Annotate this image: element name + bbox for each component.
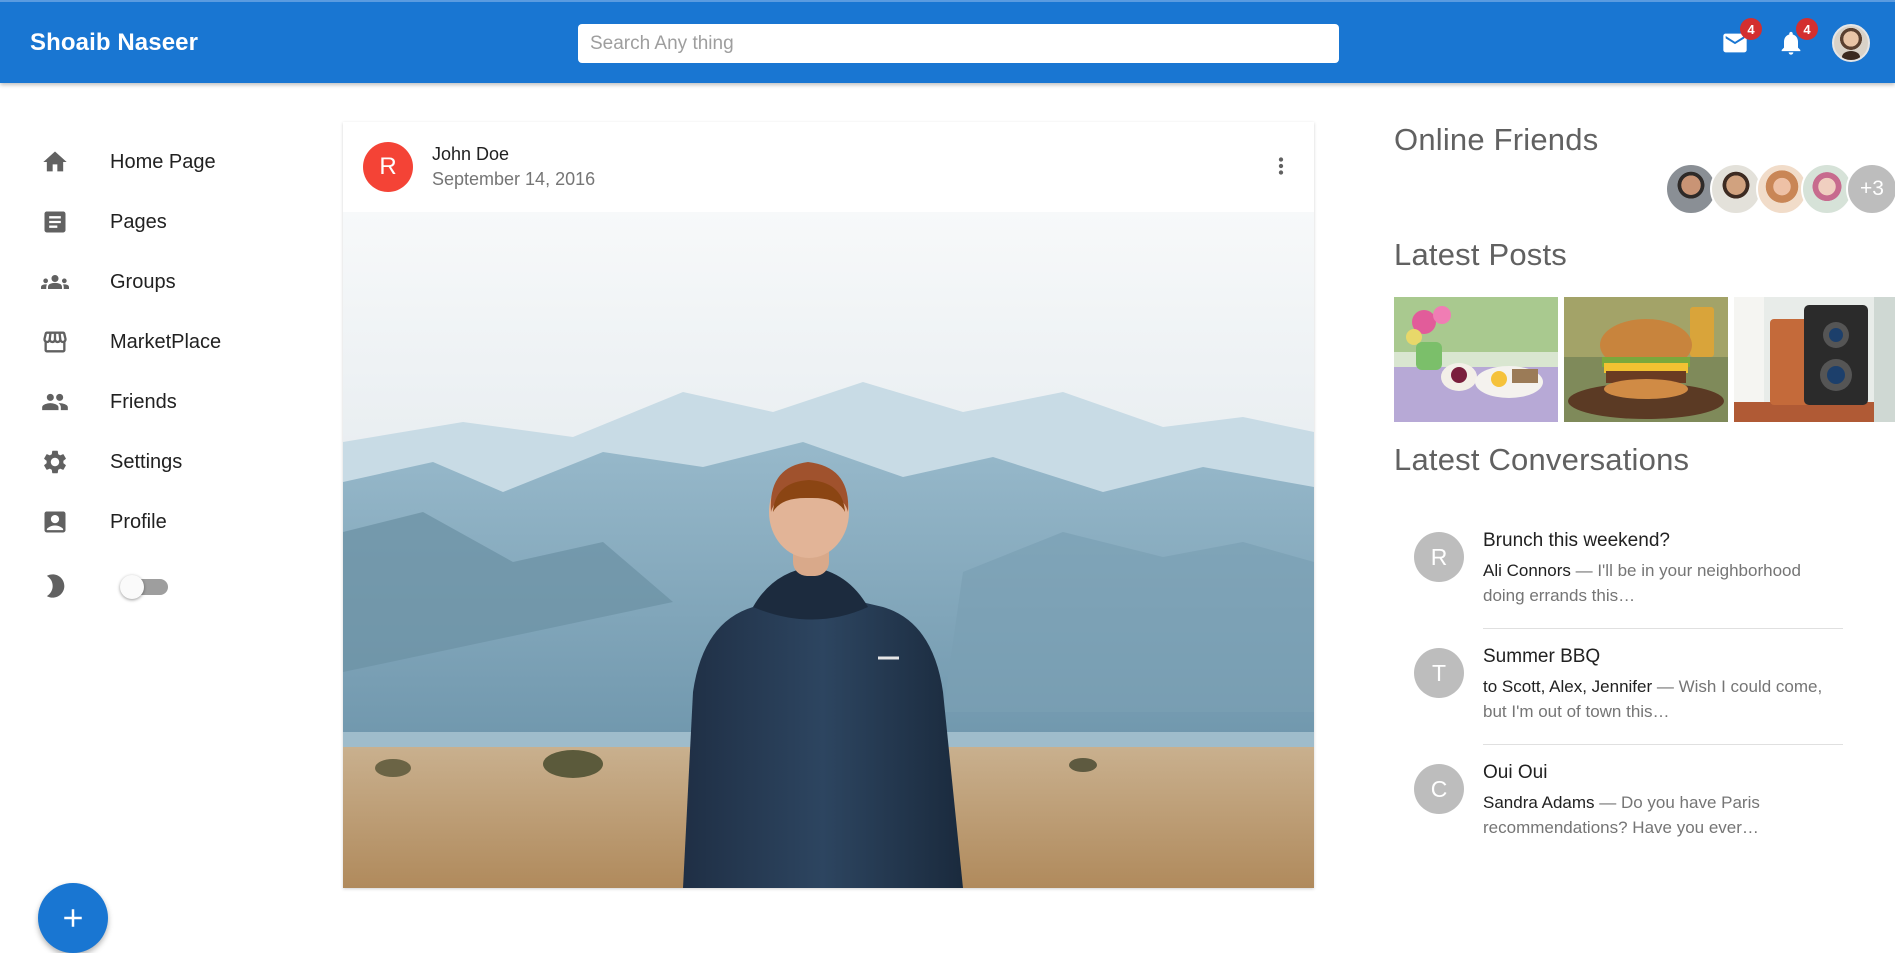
sidebar-item-marketplace[interactable]: MarketPlace [0,315,330,369]
conversation-sender: Ali Connors [1483,561,1571,580]
sidebar-item-label: Pages [110,210,167,233]
sidebar-item-profile[interactable]: Profile [0,495,330,549]
sidebar-item-settings[interactable]: Settings [0,435,330,489]
conversation-avatar: T [1414,648,1464,698]
sidebar-item-label: Home Page [110,150,216,173]
divider [1483,744,1843,745]
conversation-item[interactable]: T Summer BBQ to Scott, Alex, Jennifer — … [1394,640,1846,756]
conversation-preview: to Scott, Alex, Jennifer — Wish I could … [1483,674,1843,724]
mail-button[interactable]: 4 [1718,18,1762,60]
home-icon [40,147,70,177]
sidebar-item-label: Profile [110,510,167,533]
notifications-button[interactable]: 4 [1774,18,1818,60]
article-icon [40,207,70,237]
vintage-camera-image [1734,297,1895,422]
sidebar-item-groups[interactable]: Groups [0,255,330,309]
account-box-icon [40,507,70,537]
brand-title[interactable]: Shoaib Naseer [30,29,198,57]
plus-icon [64,909,82,927]
notifications-badge: 4 [1796,18,1818,40]
sidebar-item-label: Friends [110,390,177,413]
burger-image [1564,297,1728,422]
mountain-landscape-image [343,212,1314,888]
sidebar-item-label: Settings [110,450,183,473]
post-image[interactable] [343,212,1314,888]
conversation-title: Brunch this weekend? [1483,530,1670,551]
conversation-avatar: R [1414,532,1464,582]
conversation-item[interactable]: R Brunch this weekend? Ali Connors — I'l… [1394,524,1846,640]
sidebar-item-friends[interactable]: Friends [0,375,330,429]
latest-post-thumbnail[interactable] [1734,297,1895,422]
switch-thumb [120,575,144,599]
latest-conversations-title: Latest Conversations [1394,442,1690,477]
sidebar-item-label: MarketPlace [110,330,222,353]
author-avatar[interactable]: R [363,142,413,192]
online-friends-more[interactable]: +3 [1846,163,1895,215]
storefront-icon [40,327,70,357]
app-bar: Shoaib Naseer 4 4 [0,0,1895,83]
sidebar-item-pages[interactable]: Pages [0,195,330,249]
conversation-sender: to Scott, Alex, Jennifer [1483,677,1653,696]
conversation-avatar: C [1414,764,1464,814]
breakfast-image [1394,297,1558,422]
author-name: John Doe [432,144,510,164]
sidebar-item-label: Groups [110,270,176,293]
post-date: September 14, 2016 [432,169,596,189]
conversation-preview: Ali Connors — I'll be in your neighborho… [1483,558,1843,608]
conversation-preview: Sandra Adams — Do you have Paris recomme… [1483,790,1843,840]
theme-toggle-row [0,561,330,611]
post-card: R John Doe September 14, 2016 [343,122,1314,888]
conversation-sender: Sandra Adams [1483,793,1595,812]
people-icon [40,387,70,417]
search-input[interactable] [578,24,1339,63]
latest-post-thumbnail[interactable] [1394,297,1558,422]
post-header: R John Doe September 14, 2016 [343,122,1314,212]
add-post-button[interactable] [38,883,108,953]
gear-icon [40,447,70,477]
dark-mode-switch[interactable] [120,575,168,599]
mail-badge: 4 [1740,18,1762,40]
latest-posts-title: Latest Posts [1394,237,1567,272]
latest-post-thumbnail[interactable] [1564,297,1728,422]
user-avatar[interactable] [1832,24,1870,62]
online-friend-avatar[interactable] [1710,163,1762,215]
groups-icon [40,267,70,297]
conversation-title: Oui Oui [1483,762,1548,783]
conversation-title: Summer BBQ [1483,646,1601,667]
more-vert-icon [1278,157,1284,175]
sidebar: Home Page Pages Groups MarketPlace Frien… [0,83,330,953]
conversation-item[interactable]: C Oui Oui Sandra Adams — Do you have Par… [1394,756,1846,872]
divider [1483,628,1843,629]
moon-icon [40,571,70,601]
sidebar-item-home[interactable]: Home Page [0,135,330,189]
post-menu-button[interactable] [1263,148,1299,184]
online-friends-title: Online Friends [1394,122,1599,157]
